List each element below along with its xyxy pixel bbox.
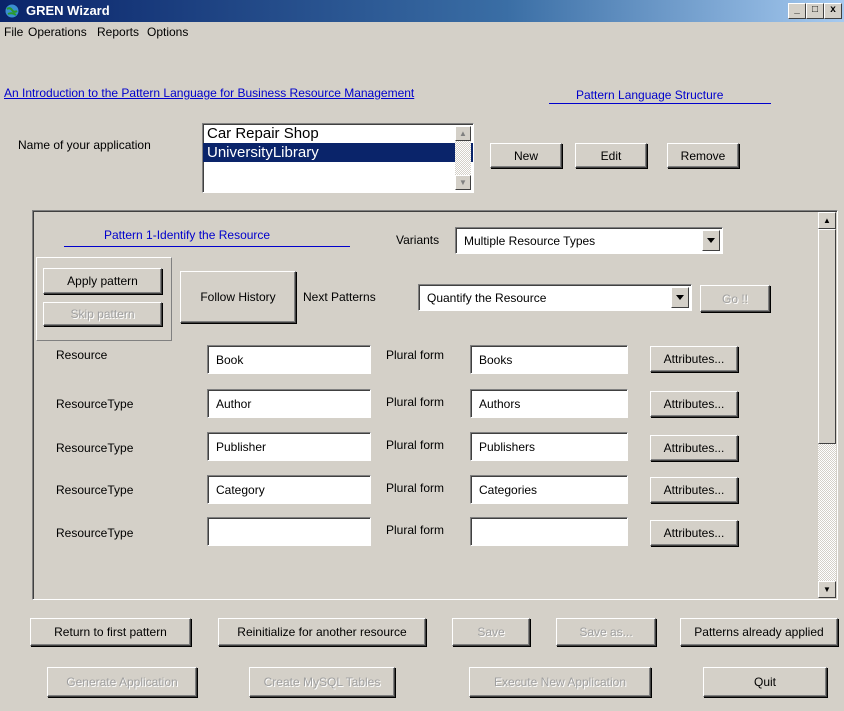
close-button[interactable]: x (824, 3, 842, 19)
list-item-selected[interactable]: UniversityLibrary (203, 143, 473, 162)
intro-link[interactable]: An Introduction to the Pattern Language … (4, 86, 414, 100)
variants-value: Multiple Resource Types (464, 233, 596, 248)
scroll-up-icon[interactable]: ▲ (818, 212, 836, 229)
execute-application-button[interactable]: Execute New Application (469, 667, 651, 697)
reinitialize-button[interactable]: Reinitialize for another resource (218, 618, 426, 646)
return-first-pattern-button[interactable]: Return to first pattern (30, 618, 191, 646)
quit-button[interactable]: Quit (703, 667, 827, 697)
plural-input[interactable]: Publishers (470, 432, 628, 461)
resource-input[interactable]: Book (207, 345, 371, 374)
panel-scrollbar[interactable]: ▲ ▼ (818, 212, 836, 598)
remove-button[interactable]: Remove (667, 143, 739, 168)
scroll-down-icon[interactable]: ▼ (455, 175, 471, 190)
menu-bar: File Operations Reports Options (0, 22, 844, 42)
structure-link[interactable]: Pattern Language Structure (576, 88, 723, 102)
variants-label: Variants (396, 233, 440, 247)
pattern-title: Pattern 1-Identify the Resource (104, 228, 271, 242)
plural-input[interactable]: Books (470, 345, 628, 374)
row-label: ResourceType (56, 526, 134, 540)
follow-history-button[interactable]: Follow History (180, 271, 296, 323)
go-button[interactable]: Go !! (700, 285, 770, 312)
list-item[interactable]: Car Repair Shop (203, 124, 473, 143)
new-button[interactable]: New (490, 143, 562, 168)
row-label: Resource (56, 348, 108, 362)
plural-label: Plural form (386, 481, 445, 495)
save-button[interactable]: Save (452, 618, 530, 646)
menu-options[interactable]: Options (147, 25, 188, 39)
row-label: ResourceType (56, 483, 134, 497)
row-label: ResourceType (56, 441, 134, 455)
app-globe-icon (4, 3, 20, 19)
attributes-button[interactable]: Attributes... (650, 346, 738, 372)
resource-type-input[interactable]: Publisher (207, 432, 371, 461)
apply-pattern-button[interactable]: Apply pattern (43, 268, 162, 294)
next-patterns-label: Next Patterns (303, 290, 376, 304)
menu-operations[interactable]: Operations (28, 25, 87, 39)
scroll-thumb[interactable] (818, 229, 836, 444)
window-title: GREN Wizard (26, 3, 110, 18)
plural-input[interactable] (470, 517, 628, 546)
generate-application-button[interactable]: Generate Application (47, 667, 197, 697)
resource-type-input[interactable]: Category (207, 475, 371, 504)
plural-label: Plural form (386, 438, 445, 452)
pattern-title-underline (64, 246, 350, 247)
app-name-label: Name of your application (18, 138, 151, 152)
menu-reports[interactable]: Reports (97, 25, 139, 39)
listbox-scrollbar[interactable]: ▲ ▼ (455, 126, 471, 190)
plural-label: Plural form (386, 395, 445, 409)
create-mysql-tables-button[interactable]: Create MySQL Tables (249, 667, 395, 697)
skip-pattern-button[interactable]: Skip pattern (43, 302, 162, 326)
application-listbox[interactable]: Car Repair Shop UniversityLibrary ▲ ▼ (202, 123, 474, 193)
title-bar: GREN Wizard _ □ x (0, 0, 844, 22)
plural-input[interactable]: Categories (470, 475, 628, 504)
plural-label: Plural form (386, 348, 445, 362)
chevron-down-icon[interactable] (702, 230, 720, 251)
minimize-button[interactable]: _ (788, 3, 806, 19)
attributes-button[interactable]: Attributes... (650, 477, 738, 503)
plural-label: Plural form (386, 523, 445, 537)
next-patterns-dropdown[interactable]: Quantify the Resource (418, 284, 692, 311)
variants-dropdown[interactable]: Multiple Resource Types (455, 227, 723, 254)
attributes-button[interactable]: Attributes... (650, 435, 738, 461)
attributes-button[interactable]: Attributes... (650, 520, 738, 546)
attributes-button[interactable]: Attributes... (650, 391, 738, 417)
structure-underline (549, 103, 771, 104)
resource-type-input[interactable] (207, 517, 371, 546)
row-label: ResourceType (56, 397, 134, 411)
resource-type-input[interactable]: Author (207, 389, 371, 418)
next-pattern-value: Quantify the Resource (427, 290, 547, 305)
patterns-applied-button[interactable]: Patterns already applied (680, 618, 838, 646)
scroll-up-icon[interactable]: ▲ (455, 126, 471, 141)
chevron-down-icon[interactable] (671, 287, 689, 308)
menu-file[interactable]: File (4, 25, 23, 39)
scroll-down-icon[interactable]: ▼ (818, 581, 836, 598)
save-as-button[interactable]: Save as... (556, 618, 656, 646)
plural-input[interactable]: Authors (470, 389, 628, 418)
edit-button[interactable]: Edit (575, 143, 647, 168)
maximize-button[interactable]: □ (806, 3, 824, 19)
